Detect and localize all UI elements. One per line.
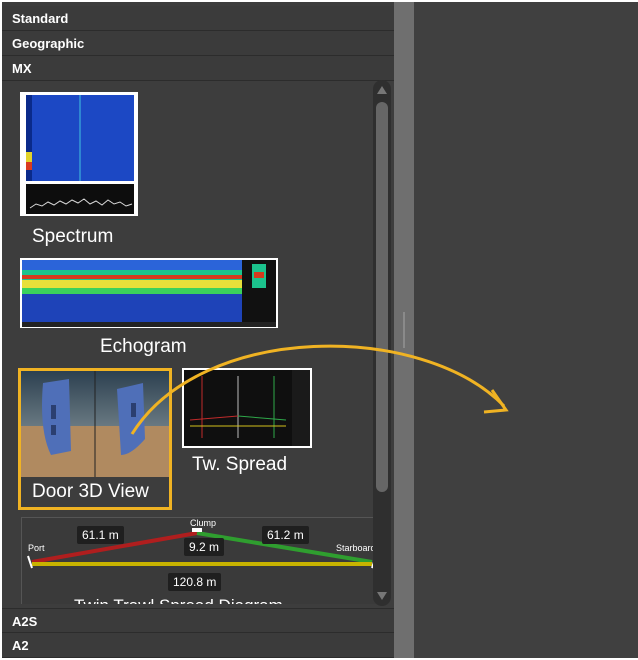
section-a2s[interactable]: A2S <box>2 608 394 633</box>
clump-distance: 9.2 m <box>184 538 225 556</box>
splitter-grip-icon <box>403 312 405 348</box>
vertical-scrollbar[interactable] <box>373 80 391 606</box>
section-standard[interactable]: Standard <box>2 6 394 31</box>
spread-diagram-lines <box>27 528 377 569</box>
clump-label: Clump <box>190 518 217 528</box>
mx-tile-area: Spectrum Echogram Door 3D View Tw. Sprea… <box>16 82 394 604</box>
tile-label-door-3d-view: Door 3D View <box>32 481 149 502</box>
scroll-down-icon[interactable] <box>377 592 387 600</box>
tw-spread-thumbnail <box>182 368 312 448</box>
port-distance: 61.1 m <box>77 526 124 544</box>
tile-label-echogram: Echogram <box>100 336 187 357</box>
section-geographic[interactable]: Geographic <box>2 31 394 56</box>
starboard-label: Starboard <box>336 543 376 553</box>
tile-spectrum[interactable]: Spectrum <box>20 92 138 252</box>
left-panel: Standard Geographic MX Spectrum Echogram… <box>2 2 394 658</box>
scroll-up-icon[interactable] <box>377 86 387 94</box>
tile-twin-trawl-spread-diagram[interactable]: Port Starboard Clump 61.1 m 61.2 m 9.2 m… <box>21 517 383 604</box>
total-spread-distance: 120.8 m <box>168 573 222 591</box>
tile-tw-spread[interactable]: Tw. Spread <box>182 368 312 480</box>
tile-label-twin-trawl: Twin Trawl Spread Diagram <box>74 596 283 604</box>
app-window: Standard Geographic MX Spectrum Echogram… <box>2 2 638 658</box>
section-mx[interactable]: MX <box>2 56 394 81</box>
right-panel-drop-area[interactable] <box>414 2 638 658</box>
section-a2[interactable]: A2 <box>2 633 394 658</box>
panel-splitter[interactable] <box>394 2 414 658</box>
tile-label-spectrum: Spectrum <box>32 226 114 247</box>
tile-echogram[interactable]: Echogram <box>20 258 280 364</box>
door-3d-thumbnail <box>21 371 169 477</box>
tile-label-tw-spread: Tw. Spread <box>192 454 288 475</box>
tile-door-3d-view[interactable]: Door 3D View <box>18 368 172 510</box>
echogram-thumbnail <box>20 258 278 328</box>
scroll-thumb[interactable] <box>376 102 388 492</box>
port-label: Port <box>28 543 45 553</box>
starboard-distance: 61.2 m <box>262 526 309 544</box>
spectrum-thumbnail <box>20 92 138 216</box>
